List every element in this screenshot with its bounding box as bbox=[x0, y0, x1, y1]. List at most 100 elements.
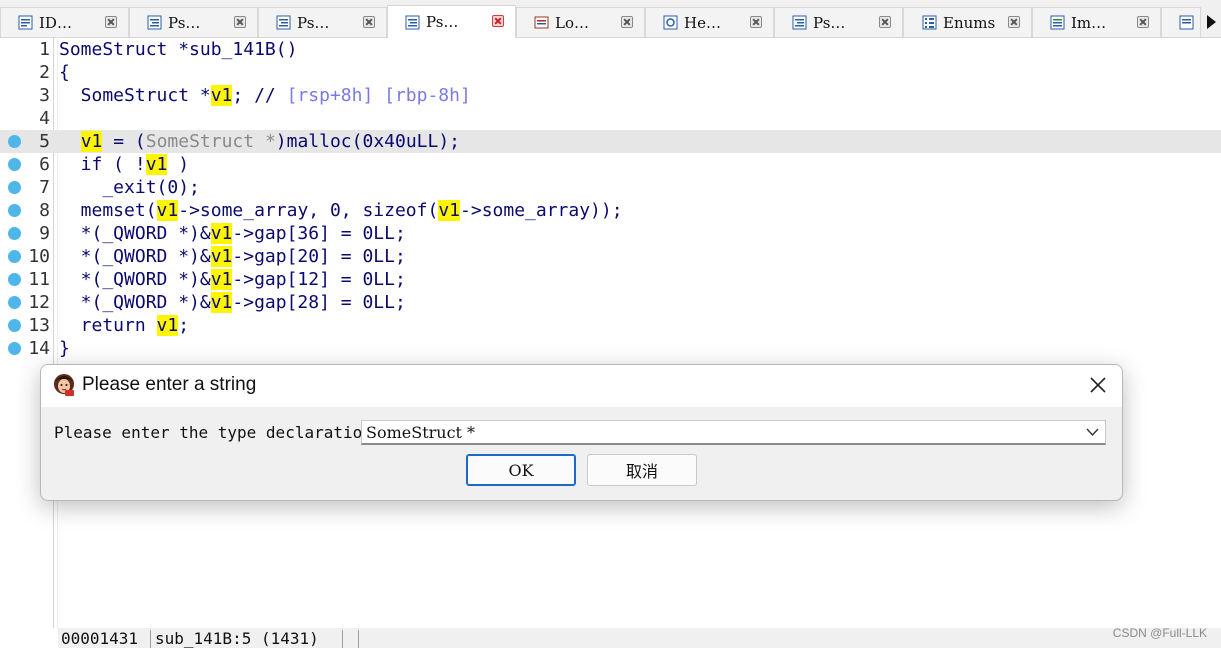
code-line[interactable]: 11 *(_QWORD *)&v1->gap[12] = 0LL; bbox=[0, 268, 1221, 291]
tab-scroll-right-icon[interactable] bbox=[1201, 7, 1221, 37]
tab-label: Enums bbox=[943, 13, 996, 32]
code-token: ->gap[12] = 0LL; bbox=[232, 269, 406, 290]
dialog-title: Please enter a string bbox=[82, 374, 257, 395]
variable-highlight[interactable]: v1 bbox=[210, 292, 233, 313]
tab-ida-view[interactable]: ID… bbox=[0, 7, 129, 37]
code-line[interactable]: 7 _exit(0); bbox=[0, 176, 1221, 199]
line-number: 1 bbox=[39, 39, 50, 60]
code-line[interactable]: 4 bbox=[0, 107, 1221, 130]
dialog-titlebar[interactable]: Please enter a string bbox=[41, 365, 1122, 407]
variable-highlight[interactable]: v1 bbox=[210, 246, 233, 267]
close-icon[interactable] bbox=[621, 16, 633, 28]
variable-highlight[interactable]: v1 bbox=[210, 223, 233, 244]
variable-highlight[interactable]: v1 bbox=[80, 131, 103, 152]
close-icon[interactable] bbox=[234, 16, 246, 28]
ida-view-icon bbox=[18, 15, 33, 30]
tab-pseudocode[interactable]: Ps… bbox=[774, 7, 903, 37]
tab-bar: ID… Ps… Ps… Ps… Lo… He… Ps… Enums Im… bbox=[0, 0, 1221, 38]
code-text: { bbox=[59, 62, 70, 83]
code-token: ->some_array)); bbox=[460, 200, 623, 221]
ok-button[interactable]: OK bbox=[466, 454, 576, 486]
close-icon[interactable] bbox=[492, 15, 504, 27]
variable-highlight[interactable]: v1 bbox=[156, 200, 179, 221]
code-token: *(_QWORD *)& bbox=[59, 269, 211, 290]
code-text: SomeStruct *sub_141B() bbox=[59, 39, 298, 60]
code-line[interactable]: 10 *(_QWORD *)&v1->gap[20] = 0LL; bbox=[0, 245, 1221, 268]
variable-highlight[interactable]: v1 bbox=[210, 85, 233, 106]
code-token: = ( bbox=[102, 131, 146, 152]
close-icon[interactable] bbox=[363, 16, 375, 28]
pseudocode-icon bbox=[405, 15, 420, 30]
close-icon[interactable] bbox=[1088, 375, 1108, 395]
pseudocode-icon bbox=[147, 15, 162, 30]
tab-pseudocode-active[interactable]: Ps… bbox=[387, 5, 516, 38]
code-line[interactable]: 12 *(_QWORD *)&v1->gap[28] = 0LL; bbox=[0, 291, 1221, 314]
code-line[interactable]: 9 *(_QWORD *)&v1->gap[36] = 0LL; bbox=[0, 222, 1221, 245]
tab-label: He… bbox=[684, 13, 721, 32]
code-line[interactable]: 2 { bbox=[0, 61, 1221, 84]
code-text: v1 = (SomeStruct *)malloc(0x40uLL); bbox=[59, 130, 460, 153]
variable-highlight[interactable]: v1 bbox=[145, 154, 168, 175]
code-token: ) bbox=[167, 154, 190, 175]
line-number: 7 bbox=[39, 177, 50, 198]
code-line-current[interactable]: 5 v1 = (SomeStruct *)malloc(0x40uLL); bbox=[0, 130, 1221, 153]
close-icon[interactable] bbox=[1137, 16, 1149, 28]
tab-imports[interactable]: Im… bbox=[1032, 7, 1161, 37]
tab-pseudocode[interactable]: Ps… bbox=[258, 7, 387, 37]
tab-label: Im… bbox=[1071, 13, 1107, 32]
line-number: 3 bbox=[39, 85, 50, 106]
code-cast: SomeStruct * bbox=[145, 131, 276, 152]
code-text: SomeStruct *v1; // [rsp+8h] [rbp-8h] bbox=[59, 84, 471, 107]
code-token: return bbox=[59, 315, 157, 336]
close-icon[interactable] bbox=[1008, 16, 1020, 28]
line-number: 6 bbox=[39, 154, 50, 175]
close-icon[interactable] bbox=[879, 16, 891, 28]
code-comment: [rsp+8h] [rbp-8h] bbox=[286, 85, 471, 106]
status-location: sub_141B:5 (1431) bbox=[155, 629, 319, 648]
code-line[interactable]: 3 SomeStruct *v1; // [rsp+8h] [rbp-8h] bbox=[0, 84, 1221, 107]
code-token: ->gap[28] = 0LL; bbox=[232, 292, 406, 313]
line-number: 11 bbox=[28, 269, 50, 290]
tab-label: ID… bbox=[39, 13, 72, 32]
tab-label: Ps… bbox=[297, 13, 330, 32]
tab-pseudocode[interactable]: Ps… bbox=[129, 7, 258, 37]
chevron-down-icon[interactable] bbox=[1086, 427, 1099, 437]
line-number: 13 bbox=[28, 315, 50, 336]
code-text: if ( !v1 ) bbox=[59, 153, 189, 176]
variable-highlight[interactable]: v1 bbox=[156, 315, 179, 336]
type-declaration-label: Please enter the type declaration bbox=[54, 423, 372, 442]
pseudocode-icon bbox=[276, 15, 291, 30]
code-line[interactable]: 8 memset(v1->some_array, 0, sizeof(v1->s… bbox=[0, 199, 1221, 222]
tab-locals[interactable]: Lo… bbox=[516, 7, 645, 37]
code-token: SomeStruct * bbox=[59, 85, 211, 106]
tab-overflow[interactable] bbox=[1161, 7, 1201, 37]
type-declaration-value[interactable]: SomeStruct * bbox=[366, 423, 475, 442]
tab-label: Ps… bbox=[426, 13, 459, 31]
status-bar: 00001431 sub_141B:5 (1431) bbox=[58, 628, 1221, 648]
close-icon[interactable] bbox=[750, 16, 762, 28]
line-number: 14 bbox=[28, 338, 50, 359]
code-line[interactable]: 14 } bbox=[0, 337, 1221, 360]
line-number: 10 bbox=[28, 246, 50, 267]
code-line[interactable]: 13 return v1; bbox=[0, 314, 1221, 337]
line-number: 4 bbox=[39, 108, 50, 129]
tab-label: Lo… bbox=[555, 13, 589, 32]
status-separator bbox=[358, 630, 359, 648]
close-icon[interactable] bbox=[105, 16, 117, 28]
code-text: *(_QWORD *)&v1->gap[20] = 0LL; bbox=[59, 245, 406, 268]
variable-highlight[interactable]: v1 bbox=[438, 200, 461, 221]
code-line[interactable]: 6 if ( !v1 ) bbox=[0, 153, 1221, 176]
type-declaration-combobox[interactable]: SomeStruct * bbox=[361, 420, 1106, 445]
code-line[interactable]: 1 SomeStruct *sub_141B() bbox=[0, 38, 1221, 61]
tab-enums[interactable]: Enums bbox=[903, 7, 1032, 37]
code-token: *(_QWORD *)& bbox=[59, 246, 211, 267]
code-text: memset(v1->some_array, 0, sizeof(v1->som… bbox=[59, 199, 623, 222]
cancel-button[interactable]: 取消 bbox=[587, 454, 697, 486]
variable-highlight[interactable]: v1 bbox=[210, 269, 233, 290]
locals-icon bbox=[534, 15, 549, 30]
code-token: memset( bbox=[59, 200, 157, 221]
tab-hex-view[interactable]: He… bbox=[645, 7, 774, 37]
line-number: 12 bbox=[28, 292, 50, 313]
code-text: return v1; bbox=[59, 314, 189, 337]
code-token: if ( ! bbox=[59, 154, 146, 175]
